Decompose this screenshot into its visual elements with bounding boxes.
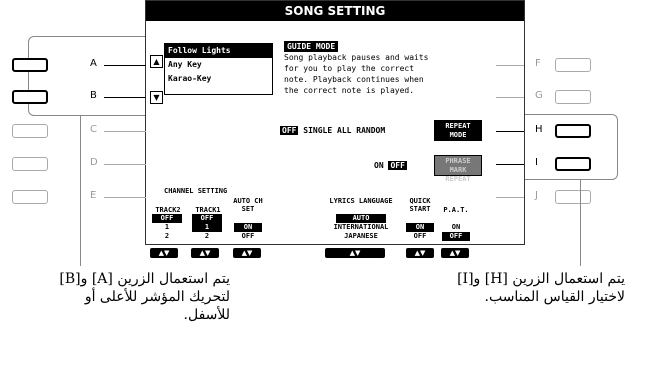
quick-start-arrow-button[interactable]: ▲▼ bbox=[406, 248, 434, 258]
guide-heading: GUIDE MODE bbox=[284, 41, 339, 52]
button-i[interactable] bbox=[555, 157, 591, 171]
lyrics-japanese: JAPANESE bbox=[344, 232, 378, 240]
phrase-row: ON OFF bbox=[374, 161, 407, 170]
lyrics-international: INTERNATIONAL bbox=[333, 223, 389, 231]
track1-arrow-button[interactable]: ▲▼ bbox=[191, 248, 219, 258]
connector-c bbox=[104, 131, 146, 132]
button-a[interactable] bbox=[12, 58, 48, 72]
track2-arrow-button[interactable]: ▲▼ bbox=[150, 248, 178, 258]
caption-right-line-1: يتم استعمال الزرين [H] و[I] bbox=[457, 271, 625, 287]
pat-arrow-button[interactable]: ▲▼ bbox=[441, 248, 469, 258]
button-g[interactable] bbox=[555, 90, 591, 104]
leader-left bbox=[80, 116, 81, 266]
button-i-label: I bbox=[535, 157, 538, 168]
channel-setting-heading: CHANNEL SETTING bbox=[164, 187, 228, 195]
button-g-label: G bbox=[535, 90, 543, 101]
pat-head: P.A.T. bbox=[443, 206, 469, 214]
button-j-label: J bbox=[535, 190, 538, 201]
pat-on: ON bbox=[451, 223, 461, 231]
track2-head: TRACK2 bbox=[155, 206, 181, 214]
connector-f bbox=[496, 65, 524, 66]
track2-value-2: 2 bbox=[164, 232, 170, 240]
caption-right: يتم استعمال الزرين [H] و[I] لاختيار القي… bbox=[400, 270, 625, 306]
repeat-options: SINGLE ALL RANDOM bbox=[303, 126, 386, 135]
lyrics-arrow-button[interactable]: ▲▼ bbox=[325, 248, 385, 258]
button-c-label: C bbox=[90, 124, 97, 135]
guide-mode-menu: Follow Lights Any Key Karao-Key bbox=[164, 43, 273, 95]
button-j[interactable] bbox=[555, 190, 591, 204]
connector-d bbox=[104, 164, 146, 165]
button-d[interactable] bbox=[12, 157, 48, 171]
caption-left-line-3: للأسفل. bbox=[183, 307, 230, 323]
button-f[interactable] bbox=[555, 58, 591, 72]
phrase-off-tag: OFF bbox=[388, 161, 407, 170]
lyrics-language-head: LYRICS LANGUAGE bbox=[329, 197, 393, 205]
track2-state: OFF bbox=[152, 214, 182, 223]
guide-description: GUIDE MODE Song playback pauses and wait… bbox=[284, 41, 524, 96]
button-a-label: A bbox=[90, 58, 97, 69]
button-h[interactable] bbox=[555, 124, 591, 138]
menu-item-follow-lights[interactable]: Follow Lights bbox=[165, 44, 272, 58]
auto-ch-set-on: ON bbox=[234, 223, 262, 232]
connector-h bbox=[496, 131, 524, 132]
caption-left: يتم استعمال الزرين [A] و[B] لتحريك المؤش… bbox=[20, 270, 230, 324]
guide-line-2: for you to play the correct bbox=[284, 64, 415, 73]
connector-a bbox=[104, 65, 146, 66]
quick-start-on: ON bbox=[406, 223, 434, 232]
screen-title: SONG SETTING bbox=[146, 1, 524, 21]
button-f-label: F bbox=[535, 58, 541, 69]
button-b-label: B bbox=[90, 90, 97, 101]
connector-i bbox=[496, 164, 524, 165]
button-e-label: E bbox=[90, 190, 97, 201]
menu-item-any-key[interactable]: Any Key bbox=[165, 58, 272, 72]
caption-right-line-2: لاختيار القياس المناسب. bbox=[484, 289, 626, 305]
cursor-down-icon: ▼ bbox=[150, 91, 163, 104]
connector-g bbox=[496, 97, 524, 98]
track2-value-1: 1 bbox=[164, 223, 170, 231]
button-b[interactable] bbox=[12, 90, 48, 104]
pat-off: OFF bbox=[442, 232, 470, 241]
track1-value-2: 2 bbox=[204, 232, 210, 240]
caption-left-line-1: يتم استعمال الزرين [A] و[B] bbox=[59, 271, 230, 287]
quick-start-off: OFF bbox=[413, 232, 427, 240]
leader-right bbox=[580, 180, 581, 266]
auto-ch-set-off: OFF bbox=[241, 232, 255, 240]
auto-ch-set-head: AUTO CH SET bbox=[233, 197, 263, 213]
phrase-mark-repeat-button[interactable]: PHRASE MARK REPEAT bbox=[434, 155, 482, 183]
button-h-label: H bbox=[535, 124, 543, 135]
button-e[interactable] bbox=[12, 190, 48, 204]
connector-e bbox=[104, 197, 146, 198]
auto-ch-set-arrow-button[interactable]: ▲▼ bbox=[233, 248, 261, 258]
track1-state: OFF bbox=[192, 214, 222, 223]
track1-head: TRACK1 bbox=[195, 206, 221, 214]
button-d-label: D bbox=[90, 157, 98, 168]
lyrics-auto: AUTO bbox=[336, 214, 386, 223]
guide-line-3: note. Playback continues when bbox=[284, 75, 424, 84]
guide-line-4: the correct note is played. bbox=[284, 86, 415, 95]
track1-value-1: 1 bbox=[192, 223, 222, 232]
guide-line-1: Song playback pauses and waits bbox=[284, 53, 429, 62]
caption-left-line-2: لتحريك المؤشر للأعلى أو bbox=[84, 289, 230, 305]
button-c[interactable] bbox=[12, 124, 48, 138]
repeat-mode-button[interactable]: REPEAT MODE bbox=[434, 120, 482, 141]
repeat-row: OFF SINGLE ALL RANDOM bbox=[280, 126, 385, 135]
lcd-screen: SONG SETTING ▲ ▼ Follow Lights Any Key K… bbox=[145, 0, 525, 245]
menu-item-karao-key[interactable]: Karao-Key bbox=[165, 72, 272, 86]
quick-start-head: QUICK START bbox=[409, 197, 431, 213]
connector-j bbox=[496, 197, 524, 198]
cursor-up-icon: ▲ bbox=[150, 55, 163, 68]
repeat-off-tag: OFF bbox=[280, 126, 299, 135]
connector-b bbox=[104, 97, 146, 98]
phrase-on: ON bbox=[374, 161, 384, 170]
